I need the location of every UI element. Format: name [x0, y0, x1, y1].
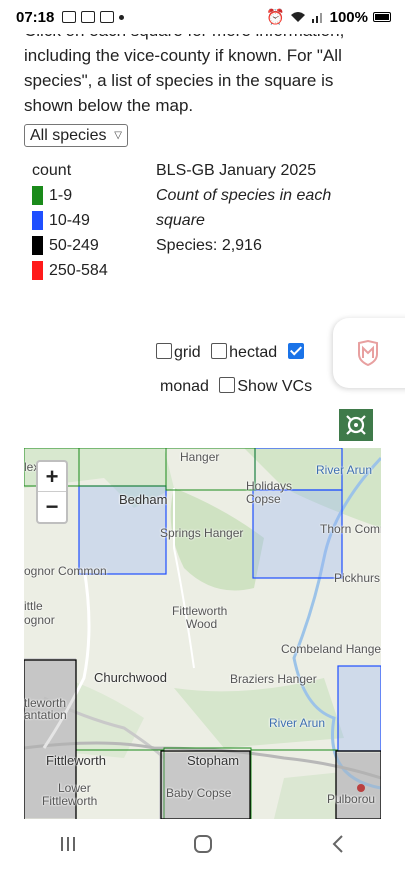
map-label: Wood — [186, 617, 218, 631]
species-count: Species: 2,916 — [156, 237, 262, 254]
legend-swatch — [32, 236, 43, 255]
map-label: ognor Common — [24, 564, 107, 578]
legend-swatch — [32, 261, 43, 280]
wifi-icon — [290, 12, 305, 22]
map-label: Pickhurs — [334, 571, 381, 585]
notification-icons — [62, 11, 125, 23]
map[interactable]: lex Park Hanger River Arun Holidays Cops… — [24, 448, 381, 819]
dataset-name: BLS-GB January 2025 — [156, 162, 317, 179]
battery-percent: 100% — [329, 8, 368, 26]
status-bar: 07:18 ⏰ 100% — [0, 0, 405, 34]
gallery-icon — [62, 11, 77, 23]
map-label: Hanger — [180, 450, 220, 464]
legend-header: count — [32, 162, 72, 179]
hectad-option[interactable]: hectad — [211, 343, 278, 361]
legend-item: 50-249 — [32, 233, 108, 258]
monad-checkbox[interactable] — [287, 343, 304, 359]
more-notifications-icon — [119, 14, 125, 20]
legend-swatch — [32, 186, 43, 205]
dataset-info: BLS-GB January 2025 Count of species in … — [156, 158, 376, 258]
home-icon — [193, 835, 212, 853]
show-vcs-checkbox[interactable] — [219, 377, 236, 393]
map-label: River Arun — [269, 716, 326, 730]
recents-button[interactable] — [48, 829, 88, 859]
species-select-value: All species — [30, 126, 107, 144]
back-button[interactable] — [318, 829, 358, 859]
legend: count 1-9 10-49 50-249 250-584 — [32, 158, 108, 283]
home-button[interactable] — [183, 829, 223, 859]
chevron-down-icon: ▽ — [114, 130, 122, 141]
grid-label: grid — [174, 344, 201, 361]
back-icon — [332, 835, 343, 853]
map-label: antation — [24, 708, 67, 722]
locate-button[interactable] — [339, 409, 373, 441]
show-vcs-option[interactable]: Show VCs — [219, 377, 313, 395]
map-label: Fittleworth — [172, 604, 228, 618]
zoom-control: + − — [36, 460, 68, 524]
legend-item: 250-584 — [32, 258, 108, 283]
map-label: Holidays Copse — [246, 479, 293, 506]
map-label: Bedham — [119, 492, 168, 507]
signal-icon — [311, 13, 322, 23]
map-label: Braziers Hanger — [230, 672, 317, 686]
grid-options-row2: monad Show VCs — [160, 377, 318, 396]
legend-swatch — [32, 211, 43, 230]
train-icon — [100, 11, 115, 23]
legend-label: 10-49 — [49, 212, 90, 229]
map-label: River Arun — [316, 463, 373, 477]
map-label: Lower — [58, 781, 91, 795]
system-nav-bar — [0, 819, 405, 869]
legend-item: 10-49 — [32, 208, 108, 233]
map-label: Fittleworth — [46, 753, 106, 768]
legend-label: 50-249 — [49, 237, 99, 254]
map-label: ittle — [24, 599, 43, 613]
legend-label: 1-9 — [49, 187, 73, 204]
intro-line: including the vice-county if known. For … — [24, 46, 342, 65]
show-vcs-label: Show VCs — [237, 378, 313, 395]
grid-options: grid hectad — [156, 343, 306, 362]
zoom-in-button[interactable]: + — [38, 462, 66, 492]
species-select[interactable]: All species ▽ — [24, 124, 128, 147]
floating-app-widget[interactable] — [333, 318, 405, 388]
map-label: Thorn Comm — [320, 522, 381, 536]
map-label: Churchwood — [94, 670, 167, 685]
recents-icon — [60, 837, 75, 851]
dataset-description: square — [156, 212, 205, 229]
status-right: ⏰ 100% — [266, 8, 391, 26]
map-label: Fittleworth — [42, 794, 98, 808]
monad-label: monad — [160, 378, 209, 395]
legend-label: 250-584 — [49, 262, 108, 279]
hectad-label: hectad — [229, 344, 278, 361]
zoom-out-button[interactable]: − — [38, 492, 66, 522]
dataset-description: Count of species in each — [156, 187, 332, 204]
intro-line: species", a list of species in the squar… — [24, 71, 334, 90]
status-time: 07:18 — [16, 8, 55, 26]
battery-icon — [373, 12, 391, 22]
map-label: Stopham — [187, 753, 240, 768]
map-label: Pulborou — [327, 792, 376, 806]
map-label: Combeland Hanger — [281, 642, 381, 656]
intro-line: shown below the map. — [24, 96, 194, 115]
map-label: ognor — [24, 613, 55, 627]
app-icon — [81, 11, 96, 23]
map-label: Springs Hanger — [160, 526, 244, 540]
grid-option[interactable]: grid — [156, 343, 201, 361]
hectad-checkbox[interactable] — [211, 343, 228, 359]
grid-checkbox[interactable] — [156, 343, 172, 359]
locate-icon — [346, 415, 366, 435]
alarm-icon: ⏰ — [265, 9, 285, 26]
shield-m-icon — [358, 340, 378, 366]
map-label: Baby Copse — [166, 786, 232, 800]
legend-item: 1-9 — [32, 183, 108, 208]
